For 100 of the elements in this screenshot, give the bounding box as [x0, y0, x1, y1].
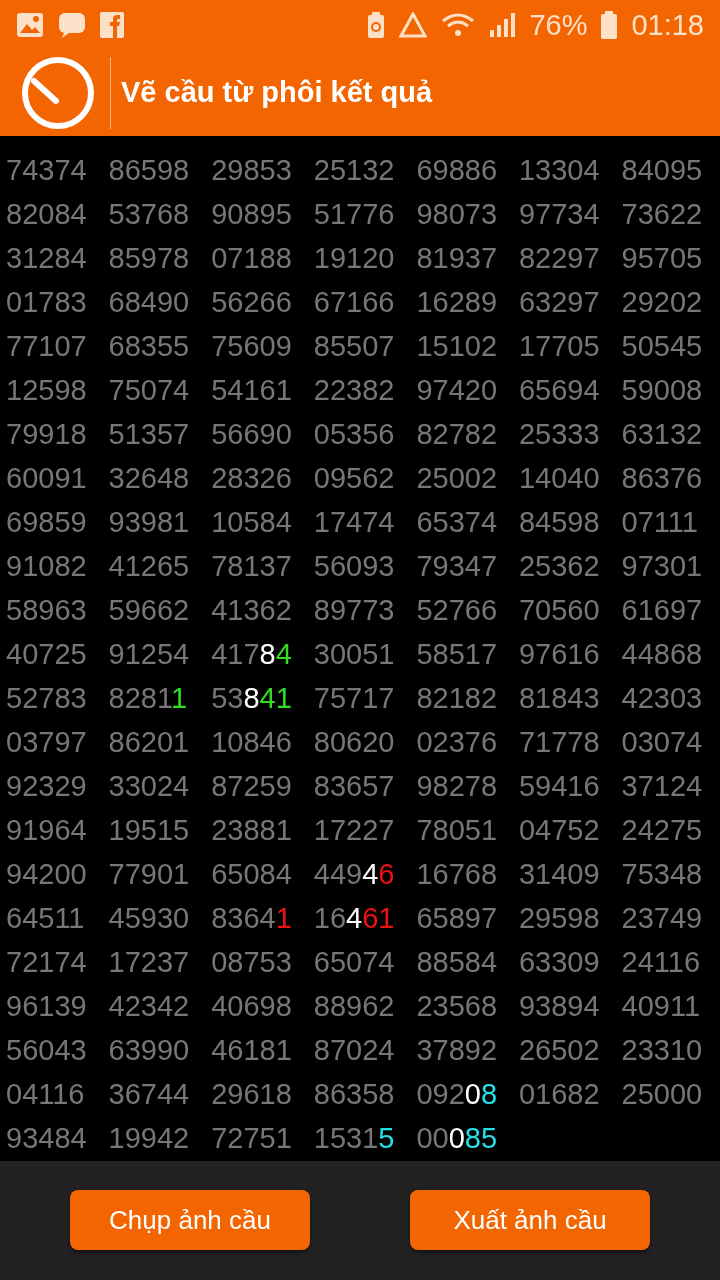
number-cell-text: 45930	[108, 902, 191, 936]
number-cell-text: 16768	[416, 858, 499, 892]
number-cell-text: 93981	[108, 506, 191, 540]
number-cell-text: 53768	[108, 198, 191, 232]
number-cell-text: 65897	[416, 902, 499, 936]
number-cell-text: 92329	[6, 770, 88, 804]
number-cell-text: 65374	[416, 506, 499, 540]
number-cell-text: 25132	[313, 154, 396, 188]
number-cell-text: 00085	[416, 1122, 499, 1156]
number-cell-text: 42342	[108, 990, 191, 1024]
number-cell-text: 65694	[518, 374, 601, 408]
number-cell-text: 75609	[211, 330, 293, 364]
number-cell-text: 42303	[621, 682, 704, 716]
number-cell-text: 10584	[211, 506, 293, 540]
number-cell-text: 75717	[313, 682, 396, 716]
number-cell-text: 84095	[621, 154, 704, 188]
number-cell-text: 78051	[416, 814, 499, 848]
number-cell-text: 23568	[416, 990, 499, 1024]
number-cell-text: 59008	[621, 374, 704, 408]
number-cell-text: 79347	[416, 550, 499, 584]
number-cell-text: 16289	[416, 286, 499, 320]
number-cell-text: 04116	[6, 1078, 86, 1112]
number-cell-text: 24116	[621, 946, 702, 980]
number-cell-text: 69886	[416, 154, 499, 188]
number-cell-text: 04752	[518, 814, 601, 848]
facebook-icon	[100, 12, 124, 38]
number-cell-text: 63132	[621, 418, 704, 452]
number-cell-text: 40725	[6, 638, 88, 672]
number-cell-text: 29853	[211, 154, 293, 188]
number-cell-text: 82811	[108, 682, 189, 716]
number-cell-text: 65074	[313, 946, 396, 980]
number-cell-text: 71778	[518, 726, 601, 760]
number-cell-text: 75074	[108, 374, 191, 408]
number-cell-text: 07111	[621, 506, 699, 540]
number-cell-text: 32648	[108, 462, 191, 496]
number-cell-text: 02376	[416, 726, 499, 760]
number-cell-text: 81843	[518, 682, 601, 716]
number-cell-text: 03074	[621, 726, 704, 760]
number-cell-text: 86201	[108, 726, 191, 760]
number-cell-text: 51357	[108, 418, 191, 452]
number-cell-text: 68490	[108, 286, 191, 320]
number-cell-text: 36744	[108, 1078, 191, 1112]
chat-bubble-icon	[58, 11, 86, 39]
number-cell-text: 64511	[6, 902, 86, 936]
number-cell-text: 16461	[313, 902, 396, 936]
number-cell-text: 74374	[6, 154, 88, 188]
number-cell-text: 25002	[416, 462, 499, 496]
number-cell-text: 56690	[211, 418, 293, 452]
number-cell-text: 19942	[108, 1122, 191, 1156]
export-button[interactable]: Xuất ảnh cầu	[410, 1190, 650, 1251]
number-cell-text: 69859	[6, 506, 88, 540]
capture-button[interactable]: Chụp ảnh cầu	[70, 1190, 310, 1251]
number-cell-text: 86358	[313, 1078, 396, 1112]
number-cell-text: 72174	[6, 946, 88, 980]
number-cell-text: 98278	[416, 770, 499, 804]
number-cell-text: 84598	[518, 506, 601, 540]
number-cell-text: 15102	[416, 330, 499, 364]
number-cell-text: 85507	[313, 330, 396, 364]
number-cell-text: 54161	[211, 374, 293, 408]
number-cell-text: 78137	[211, 550, 293, 584]
number-cell-text: 63990	[108, 1034, 191, 1068]
number-cell-text: 83641	[211, 902, 293, 936]
number-cell-text: 59662	[108, 594, 191, 628]
number-cell-text: 63297	[518, 286, 601, 320]
number-cell-text: 40698	[211, 990, 293, 1024]
number-cell-text: 61697	[621, 594, 704, 628]
number-cell-text: 97420	[416, 374, 499, 408]
number-cell-text: 68355	[108, 330, 191, 364]
number-cell-text: 56093	[313, 550, 396, 584]
number-cell-text: 82084	[6, 198, 88, 232]
number-cell-text: 50545	[621, 330, 704, 364]
number-cell-text: 09562	[313, 462, 396, 496]
number-cell-text: 77901	[108, 858, 191, 892]
number-cell-text: 22382	[313, 374, 396, 408]
number-cell-text: 51776	[313, 198, 396, 232]
screen-title: Vẽ cầu từ phôi kết quả	[121, 76, 433, 110]
number-cell-text: 59416	[518, 770, 601, 804]
number-cell-text: 17227	[313, 814, 396, 848]
number-cell-text: 05356	[313, 418, 396, 452]
number-cell-text: 88584	[416, 946, 499, 980]
number-cell-text: 17705	[518, 330, 601, 364]
number-cell-text: 17474	[313, 506, 396, 540]
number-cell-text: 82297	[518, 242, 601, 276]
number-cell-text: 25333	[518, 418, 601, 452]
number-cell-text: 12598	[6, 374, 88, 408]
number-cell-text: 86376	[621, 462, 704, 496]
number-cell-text: 29618	[211, 1078, 293, 1112]
number-cell-text: 25000	[621, 1078, 704, 1112]
number-cell-text: 44868	[621, 638, 704, 672]
number-cell-text: 17237	[108, 946, 191, 980]
number-cell-text: 73622	[621, 198, 704, 232]
number-cell-text: 08753	[211, 946, 293, 980]
wifi-icon	[441, 12, 476, 38]
number-cell-text: 60091	[6, 462, 88, 496]
clock: 01:18	[631, 8, 704, 42]
number-cell-text: 93484	[6, 1122, 88, 1156]
number-cell-text: 01682	[518, 1078, 601, 1112]
gallery-icon	[16, 12, 44, 38]
battery-percent: 76%	[529, 8, 588, 42]
number-cell-text: 26502	[518, 1034, 601, 1068]
